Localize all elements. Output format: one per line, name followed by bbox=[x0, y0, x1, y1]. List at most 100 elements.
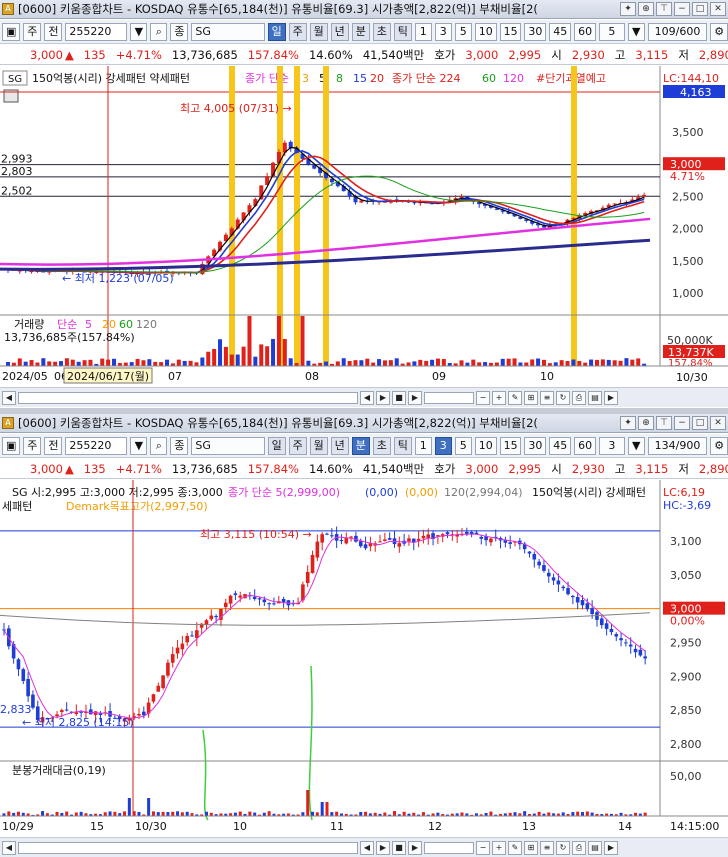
zoom-in-icon[interactable]: + bbox=[492, 840, 506, 855]
daily-candlestick-chart[interactable]: SG 150억봉(시리) 강세패턴 약세패턴 종가 단순 3 5 8 15 20 종가 단순 2… bbox=[0, 66, 728, 387]
compare-icon[interactable]: ≡ bbox=[540, 390, 554, 405]
pin-icon[interactable]: ⊤ bbox=[656, 2, 672, 16]
type-select[interactable]: 주 bbox=[23, 436, 42, 455]
maximize-icon[interactable]: □ bbox=[692, 2, 708, 16]
zoom-slider[interactable] bbox=[424, 391, 474, 404]
interval-15[interactable]: 15 bbox=[499, 22, 522, 41]
zoom-out-icon[interactable]: − bbox=[476, 840, 490, 855]
period-month[interactable]: 월 bbox=[309, 22, 328, 41]
chart-settings-icon[interactable]: ⚙ bbox=[710, 22, 728, 41]
link-icon[interactable]: ⊕ bbox=[638, 416, 654, 430]
scroll-left-icon[interactable]: ◀ bbox=[2, 390, 16, 405]
interval-15[interactable]: 15 bbox=[499, 436, 522, 455]
scroll-next-icon[interactable]: ▶ bbox=[376, 390, 390, 405]
prev-button[interactable]: 전 bbox=[44, 436, 63, 455]
scroll-prev-icon[interactable]: ◀ bbox=[360, 390, 374, 405]
data-count[interactable]: 109/600 bbox=[647, 22, 708, 41]
search-icon[interactable]: ⌕ bbox=[150, 22, 168, 41]
interval-10[interactable]: 10 bbox=[474, 436, 497, 455]
play-icon[interactable]: ▶ bbox=[408, 390, 422, 405]
interval-5[interactable]: 5 bbox=[454, 436, 472, 455]
period-week[interactable]: 주 bbox=[288, 436, 307, 455]
period-second[interactable]: 초 bbox=[372, 436, 391, 455]
interval-select[interactable]: 5 bbox=[598, 22, 625, 41]
scroll-right-icon[interactable]: ▶ bbox=[604, 390, 618, 405]
search-icon[interactable]: ⌕ bbox=[150, 436, 168, 455]
interval-5[interactable]: 5 bbox=[454, 22, 472, 41]
period-minute[interactable]: 분 bbox=[351, 436, 370, 455]
period-tick[interactable]: 틱 bbox=[393, 436, 412, 455]
period-week[interactable]: 주 bbox=[288, 22, 307, 41]
print-icon[interactable]: ⎙ bbox=[572, 840, 586, 855]
period-second[interactable]: 초 bbox=[372, 22, 391, 41]
scroll-track[interactable] bbox=[18, 841, 358, 854]
split-icon[interactable]: ⊞ bbox=[524, 390, 538, 405]
draw-tool-icon[interactable]: ✎ bbox=[508, 840, 522, 855]
interval-3[interactable]: 3 bbox=[434, 22, 452, 41]
interval-1[interactable]: 1 bbox=[414, 22, 432, 41]
split-icon[interactable]: ⊞ bbox=[524, 840, 538, 855]
period-minute[interactable]: 분 bbox=[351, 22, 370, 41]
play-icon[interactable]: ▶ bbox=[408, 840, 422, 855]
scroll-left-icon[interactable]: ◀ bbox=[2, 840, 16, 855]
chart-settings-icon[interactable]: ⚙ bbox=[710, 436, 728, 455]
interval-1[interactable]: 1 bbox=[414, 436, 432, 455]
zoom-slider[interactable] bbox=[424, 841, 474, 854]
minimize-icon[interactable]: − bbox=[674, 2, 690, 16]
stock-code-input[interactable] bbox=[65, 22, 128, 41]
draw-tool-icon[interactable]: ✎ bbox=[508, 390, 522, 405]
zoom-in-icon[interactable]: + bbox=[492, 390, 506, 405]
layout-icon[interactable]: ▣ bbox=[2, 436, 21, 455]
chart-tool-icon[interactable]: ✦ bbox=[620, 416, 636, 430]
stock-name-field[interactable]: SG bbox=[191, 22, 265, 41]
compare-icon[interactable]: ≡ bbox=[540, 840, 554, 855]
code-dropdown-icon[interactable]: ▼ bbox=[130, 436, 148, 455]
view-icon[interactable]: ▤ bbox=[588, 390, 602, 405]
data-count[interactable]: 134/900 bbox=[647, 436, 708, 455]
interval-dropdown-icon[interactable]: ▼ bbox=[627, 22, 645, 41]
link-icon[interactable]: ⊕ bbox=[638, 2, 654, 16]
period-tick[interactable]: 틱 bbox=[393, 22, 412, 41]
interval-30[interactable]: 30 bbox=[524, 436, 547, 455]
stock-code-input[interactable] bbox=[65, 436, 128, 455]
scroll-prev-icon[interactable]: ◀ bbox=[360, 840, 374, 855]
stop-icon[interactable]: ■ bbox=[392, 840, 406, 855]
chart-tool-icon[interactable]: ✦ bbox=[620, 2, 636, 16]
minute-scrollbar[interactable]: ◀ ◀ ▶ ■ ▶ − + ✎ ⊞ ≡ ↻ ⎙ ▤ ▶ bbox=[0, 837, 728, 857]
interval-45[interactable]: 45 bbox=[549, 436, 572, 455]
prev-button[interactable]: 전 bbox=[44, 22, 63, 41]
maximize-icon[interactable]: □ bbox=[692, 416, 708, 430]
close-icon[interactable]: ✕ bbox=[710, 2, 726, 16]
interval-30[interactable]: 30 bbox=[524, 22, 547, 41]
minimize-icon[interactable]: − bbox=[674, 416, 690, 430]
refresh-icon[interactable]: ↻ bbox=[556, 840, 570, 855]
print-icon[interactable]: ⎙ bbox=[572, 390, 586, 405]
view-icon[interactable]: ▤ bbox=[588, 840, 602, 855]
period-year[interactable]: 년 bbox=[330, 436, 349, 455]
interval-3[interactable]: 3 bbox=[434, 436, 452, 455]
stock-name-field[interactable]: SG bbox=[191, 436, 265, 455]
refresh-icon[interactable]: ↻ bbox=[556, 390, 570, 405]
interval-dropdown-icon[interactable]: ▼ bbox=[627, 436, 645, 455]
interval-select[interactable]: 3 bbox=[598, 436, 625, 455]
period-month[interactable]: 월 bbox=[309, 436, 328, 455]
scroll-next-icon[interactable]: ▶ bbox=[376, 840, 390, 855]
interval-60[interactable]: 60 bbox=[574, 436, 596, 455]
pin-icon[interactable]: ⊤ bbox=[656, 416, 672, 430]
interval-10[interactable]: 10 bbox=[474, 22, 497, 41]
code-dropdown-icon[interactable]: ▼ bbox=[130, 22, 148, 41]
period-day[interactable]: 일 bbox=[267, 22, 286, 41]
interval-45[interactable]: 45 bbox=[549, 22, 572, 41]
stock-type-button[interactable]: 종 bbox=[170, 22, 189, 41]
scroll-right-icon[interactable]: ▶ bbox=[604, 840, 618, 855]
layout-icon[interactable]: ▣ bbox=[2, 22, 21, 41]
close-icon[interactable]: ✕ bbox=[710, 416, 726, 430]
stock-type-button[interactable]: 종 bbox=[170, 436, 189, 455]
type-select[interactable]: 주 bbox=[23, 22, 42, 41]
scroll-track[interactable] bbox=[18, 391, 358, 404]
minute-candlestick-chart[interactable]: SG 시:2,995 고:3,000 저:2,995 종:3,000 종가 단순 … bbox=[0, 480, 728, 837]
daily-scrollbar[interactable]: ◀ ◀ ▶ ■ ▶ − + ✎ ⊞ ≡ ↻ ⎙ ▤ ▶ bbox=[0, 387, 728, 407]
zoom-out-icon[interactable]: − bbox=[476, 390, 490, 405]
stop-icon[interactable]: ■ bbox=[392, 390, 406, 405]
period-year[interactable]: 년 bbox=[330, 22, 349, 41]
